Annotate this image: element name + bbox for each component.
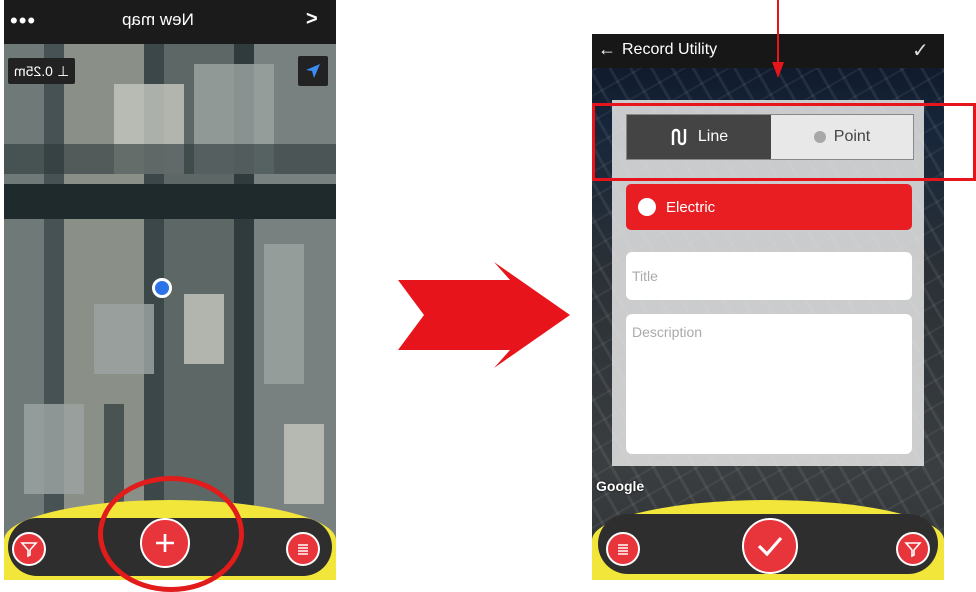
title-field[interactable]: Title xyxy=(626,252,912,300)
filter-button[interactable] xyxy=(896,532,930,566)
map-header: ••• New map > xyxy=(4,0,336,44)
scale-label: 0.25m xyxy=(14,63,53,79)
check-icon xyxy=(757,536,783,557)
list-button[interactable] xyxy=(286,532,320,566)
title-placeholder: Title xyxy=(632,268,658,284)
chevron-right-icon[interactable]: > xyxy=(306,8,318,31)
utility-color-icon xyxy=(638,198,656,216)
confirm-button[interactable] xyxy=(742,518,798,574)
check-icon[interactable]: ✓ xyxy=(912,38,929,63)
scale-indicator[interactable]: 0.25m ⊥ xyxy=(8,58,76,84)
description-placeholder: Description xyxy=(632,324,703,340)
utility-type-selector[interactable]: Electric xyxy=(626,184,912,230)
filter-button[interactable] xyxy=(12,532,46,566)
utility-type-label: Electric xyxy=(666,198,716,216)
callout-arrow-icon xyxy=(772,0,784,78)
map-title: New map xyxy=(122,10,194,29)
list-button[interactable] xyxy=(606,532,640,566)
more-dots-icon[interactable]: ••• xyxy=(10,8,36,34)
list-icon xyxy=(618,544,628,555)
page-title: Record Utility xyxy=(622,41,718,58)
filter-icon xyxy=(20,542,38,558)
google-attribution: Google xyxy=(596,478,645,494)
filter-icon xyxy=(904,542,922,558)
arrow-left-icon[interactable]: ← xyxy=(598,39,616,60)
description-field[interactable]: Description xyxy=(626,314,912,454)
transition-arrow-icon xyxy=(398,262,570,368)
add-button-highlight-circle xyxy=(98,476,244,592)
list-icon xyxy=(298,544,308,555)
navigation-arrow-icon[interactable] xyxy=(298,56,328,86)
current-location-dot xyxy=(152,278,172,298)
geometry-toggle-highlight-box xyxy=(592,103,976,181)
